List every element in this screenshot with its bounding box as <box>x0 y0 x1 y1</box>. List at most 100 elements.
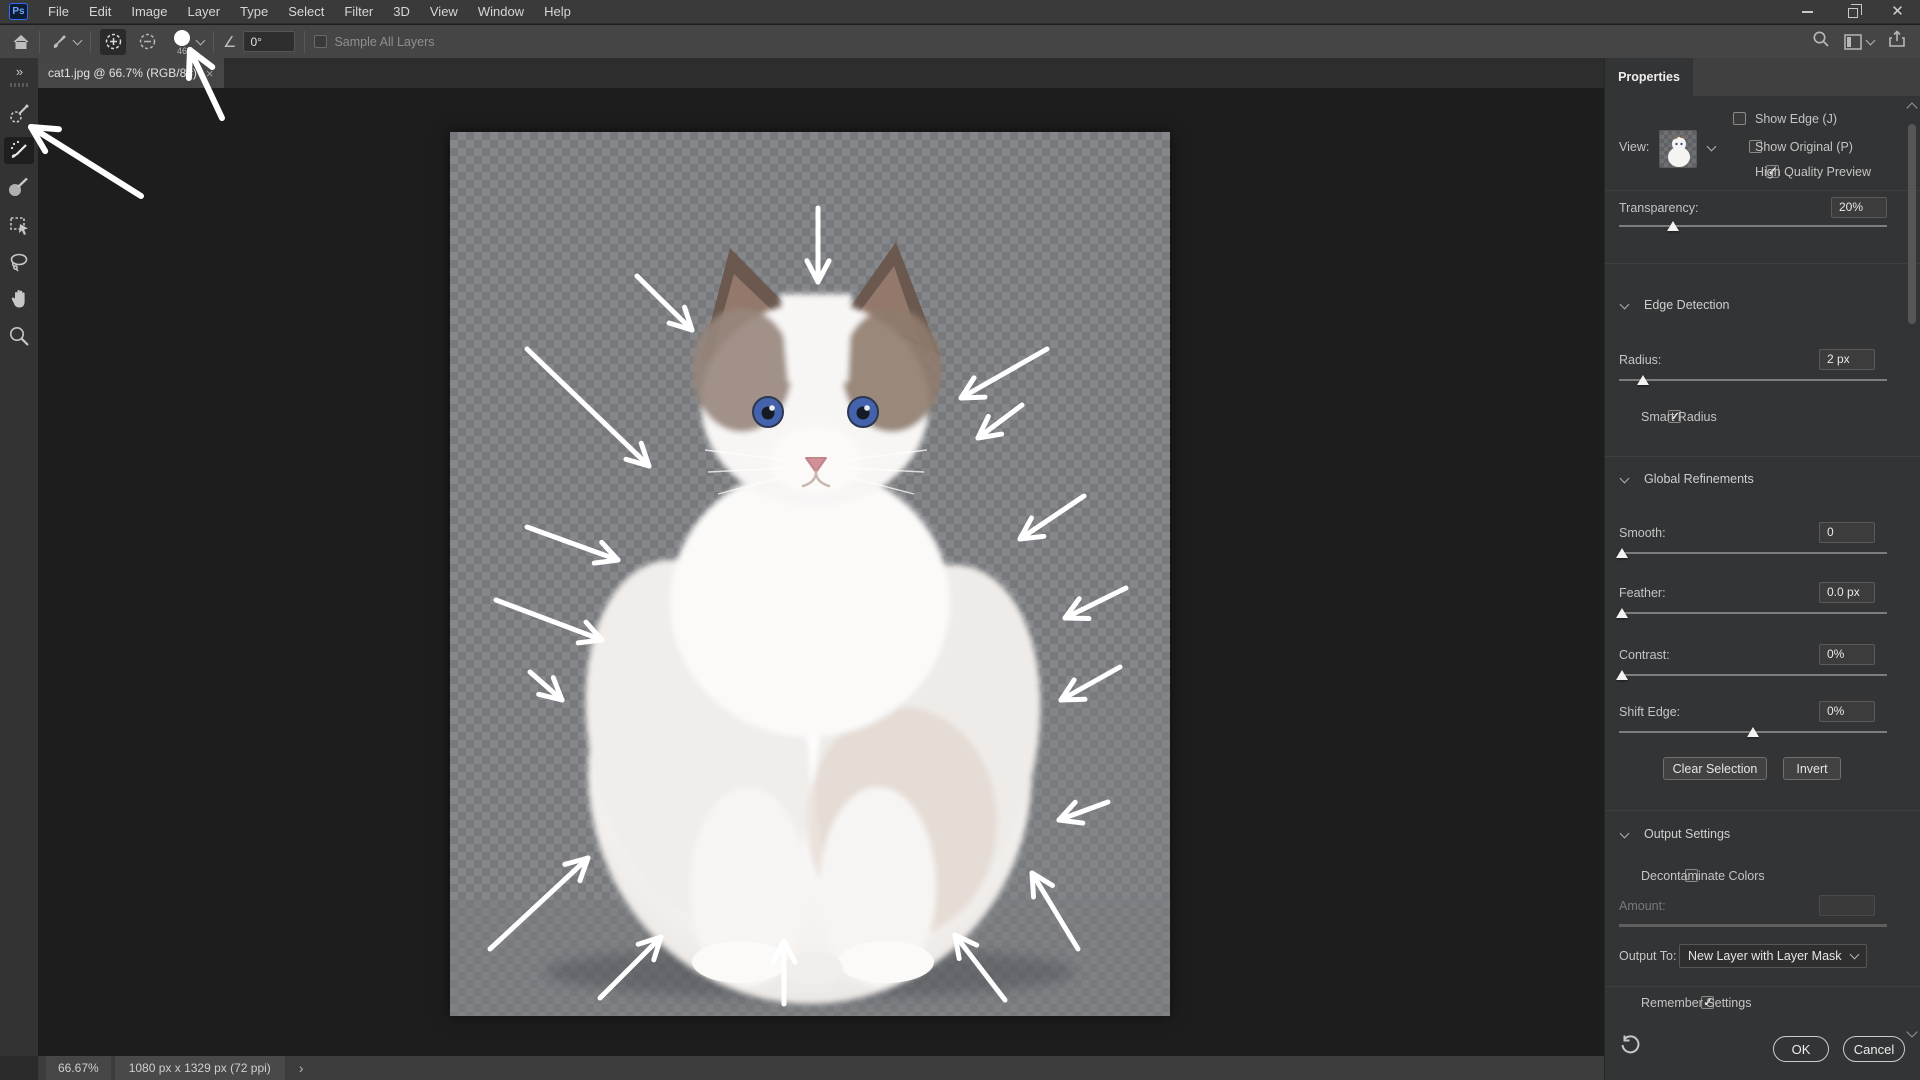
smart-radius-label: Smart Radius <box>1641 410 1717 424</box>
feather-input[interactable]: 0.0 px <box>1819 582 1875 603</box>
left-toolbar: » <box>0 58 38 1080</box>
slider-thumb[interactable] <box>1666 221 1679 231</box>
lasso-tool[interactable] <box>4 248 34 275</box>
panel-scrollbar[interactable] <box>1906 102 1918 1042</box>
menu-item-view[interactable]: View <box>420 0 468 24</box>
home-icon[interactable] <box>12 33 30 51</box>
output-to-value: New Layer with Layer Mask <box>1688 949 1842 963</box>
menu-item-filter[interactable]: Filter <box>334 0 383 24</box>
menu-item-layer[interactable]: Layer <box>178 0 231 24</box>
separator <box>90 30 91 53</box>
output-settings-header[interactable]: Output Settings <box>1619 827 1730 841</box>
output-to-dropdown[interactable]: New Layer with Layer Mask <box>1679 944 1867 968</box>
menu-item-select[interactable]: Select <box>278 0 334 24</box>
chevron-down-icon <box>1849 949 1860 960</box>
amount-input-disabled <box>1819 895 1875 916</box>
slider-thumb[interactable] <box>1637 375 1650 385</box>
menu-bar: Ps File Edit Image Layer Type Select Filter 3D V… <box>0 0 1920 24</box>
contrast-input[interactable]: 0% <box>1819 644 1875 665</box>
transparency-label: Transparency: <box>1619 201 1699 215</box>
slider-track[interactable] <box>1619 225 1887 227</box>
angle-input[interactable] <box>243 31 296 52</box>
close-icon: ✕ <box>1891 3 1904 20</box>
slider-track[interactable] <box>1619 612 1887 614</box>
slider-thumb[interactable] <box>1615 548 1628 558</box>
toolbar-grip <box>10 83 28 87</box>
smooth-slider[interactable] <box>1615 547 1887 559</box>
view-mode-chevron-icon[interactable] <box>1706 141 1717 152</box>
transparency-input[interactable]: 20% <box>1831 197 1887 218</box>
edge-detection-header[interactable]: Edge Detection <box>1619 298 1729 312</box>
transparency-slider[interactable] <box>1619 220 1887 232</box>
tab-close-icon[interactable]: × <box>206 66 214 81</box>
workspace-switcher-button[interactable] <box>1844 33 1876 50</box>
shift-edge-label: Shift Edge: <box>1619 705 1681 719</box>
brush-size-control[interactable]: 46 <box>174 28 190 56</box>
menu-item-type[interactable]: Type <box>230 0 278 24</box>
clear-selection-button[interactable]: Clear Selection <box>1663 757 1767 780</box>
slider-track[interactable] <box>1619 674 1887 676</box>
contrast-slider[interactable] <box>1615 669 1887 681</box>
minimize-button[interactable] <box>1785 0 1830 24</box>
menu-item-3d[interactable]: 3D <box>383 0 420 24</box>
contrast-label: Contrast: <box>1619 648 1670 662</box>
add-to-selection-button[interactable] <box>100 28 126 55</box>
chevron-down-icon[interactable] <box>195 35 206 45</box>
cancel-button[interactable]: Cancel <box>1843 1036 1905 1062</box>
divider <box>1605 190 1920 191</box>
scroll-down-icon[interactable] <box>1906 1026 1918 1038</box>
document-tab[interactable]: cat1.jpg @ 66.7% (RGB/8#) × <box>38 58 224 88</box>
high-quality-preview-label: High Quality Preview <box>1755 165 1872 179</box>
scroll-up-icon[interactable] <box>1906 102 1918 114</box>
global-refinements-header[interactable]: Global Refinements <box>1619 472 1754 486</box>
show-original-label: Show Original (P) <box>1755 140 1853 154</box>
quick-selection-tool[interactable] <box>4 100 34 127</box>
refine-edge-brush-tool[interactable] <box>4 137 34 164</box>
chevron-down-icon <box>1865 35 1876 45</box>
menu-item-edit[interactable]: Edit <box>79 0 121 24</box>
invert-button[interactable]: Invert <box>1783 757 1841 780</box>
slider-thumb[interactable] <box>1615 670 1628 680</box>
subtract-from-selection-button[interactable] <box>134 29 160 55</box>
restore-icon <box>1847 3 1862 18</box>
properties-tab[interactable]: Properties <box>1605 58 1693 96</box>
share-icon[interactable] <box>1888 30 1906 53</box>
menu-item-help[interactable]: Help <box>534 0 581 24</box>
sample-all-layers-checkbox[interactable] <box>314 35 328 48</box>
radius-slider[interactable] <box>1619 374 1887 386</box>
close-button[interactable]: ✕ <box>1875 0 1920 24</box>
scrollbar-thumb[interactable] <box>1908 124 1916 324</box>
menu-item-image[interactable]: Image <box>121 0 177 24</box>
show-edge-checkbox[interactable] <box>1733 112 1746 125</box>
tool-options-bar: 46 ∠ Sample All Layers <box>0 25 1920 58</box>
slider-track[interactable] <box>1619 552 1887 554</box>
shift-edge-slider[interactable] <box>1619 726 1887 738</box>
view-mode-thumbnail[interactable] <box>1659 130 1697 168</box>
search-icon[interactable] <box>1812 30 1830 53</box>
annotation-arrows <box>487 205 1129 1007</box>
menu-item-window[interactable]: Window <box>468 0 534 24</box>
zoom-tool[interactable] <box>4 322 34 349</box>
ok-button[interactable]: OK <box>1773 1036 1829 1062</box>
hand-tool[interactable] <box>4 285 34 312</box>
menu-item-file[interactable]: File <box>38 0 79 24</box>
shift-edge-input[interactable]: 0% <box>1819 701 1875 722</box>
brush-size-preview-icon <box>174 29 190 46</box>
status-chevron-icon[interactable]: › <box>299 1060 304 1076</box>
restore-button[interactable] <box>1830 0 1875 24</box>
brush-tool[interactable] <box>4 174 34 201</box>
document-canvas[interactable] <box>450 132 1170 1016</box>
expand-panel-icon[interactable]: » <box>16 64 23 79</box>
slider-track[interactable] <box>1619 379 1887 381</box>
reset-icon[interactable] <box>1619 1034 1641 1059</box>
refine-brush-preset-icon[interactable] <box>49 32 83 52</box>
slider-thumb[interactable] <box>1747 727 1759 737</box>
divider <box>1605 810 1920 811</box>
slider-thumb[interactable] <box>1615 608 1628 618</box>
smooth-input[interactable]: 0 <box>1819 522 1875 543</box>
separator <box>213 30 214 53</box>
radius-input[interactable]: 2 px <box>1819 349 1875 370</box>
object-selection-tool[interactable] <box>4 211 34 238</box>
feather-slider[interactable] <box>1615 607 1887 619</box>
zoom-level-input[interactable]: 66.67% <box>46 1056 111 1080</box>
